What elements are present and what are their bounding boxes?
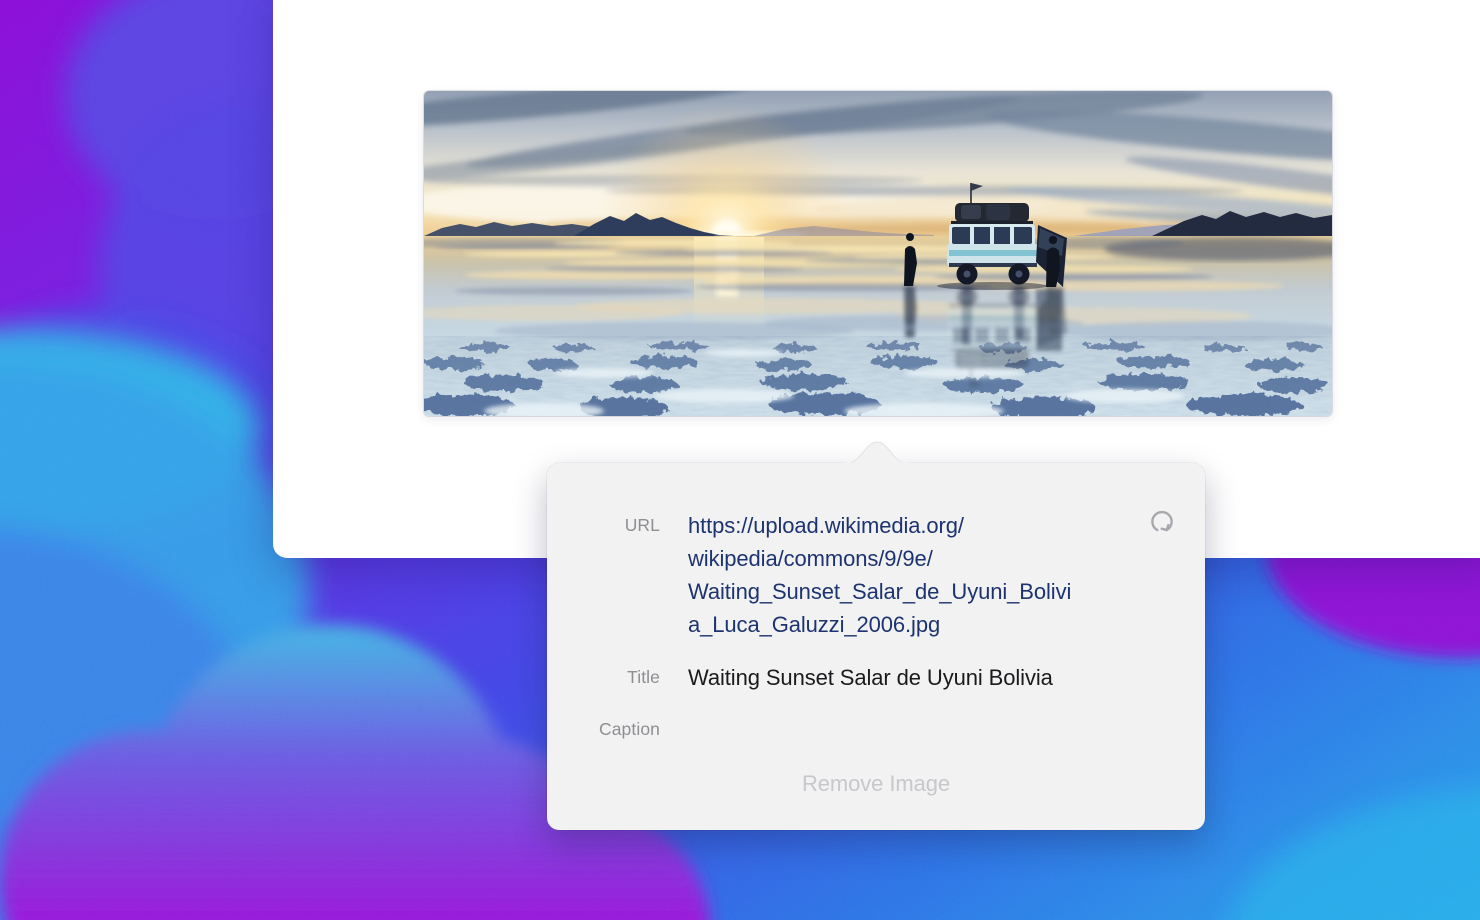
image-url-link[interactable]: https://upload.wikimedia.org/ wikipedia/… <box>688 509 1134 641</box>
image-caption-field[interactable] <box>688 713 1134 746</box>
url-row: URL https://upload.wikimedia.org/ wikipe… <box>547 509 1205 641</box>
article-image[interactable] <box>424 91 1332 416</box>
title-label: Title <box>547 661 660 694</box>
url-line: a_Luca_Galuzzi_2006.jpg <box>688 608 1134 641</box>
image-title-field[interactable]: Waiting Sunset Salar de Uyuni Bolivia <box>688 661 1134 694</box>
url-line: https://upload.wikimedia.org/ <box>688 509 1134 542</box>
url-line: Waiting_Sunset_Salar_de_Uyuni_Bolivi <box>688 575 1134 608</box>
caption-label: Caption <box>547 713 660 746</box>
url-line: wikipedia/commons/9/9e/ <box>688 542 1134 575</box>
remove-image-button[interactable]: Remove Image <box>547 769 1205 799</box>
image-fields: URL https://upload.wikimedia.org/ wikipe… <box>547 509 1205 746</box>
popover-arrow <box>837 441 917 464</box>
caption-row: Caption <box>547 713 1205 746</box>
image-settings-popover: URL https://upload.wikimedia.org/ wikipe… <box>547 463 1205 830</box>
url-label: URL <box>547 509 660 542</box>
title-row: Title Waiting Sunset Salar de Uyuni Boli… <box>547 661 1205 694</box>
